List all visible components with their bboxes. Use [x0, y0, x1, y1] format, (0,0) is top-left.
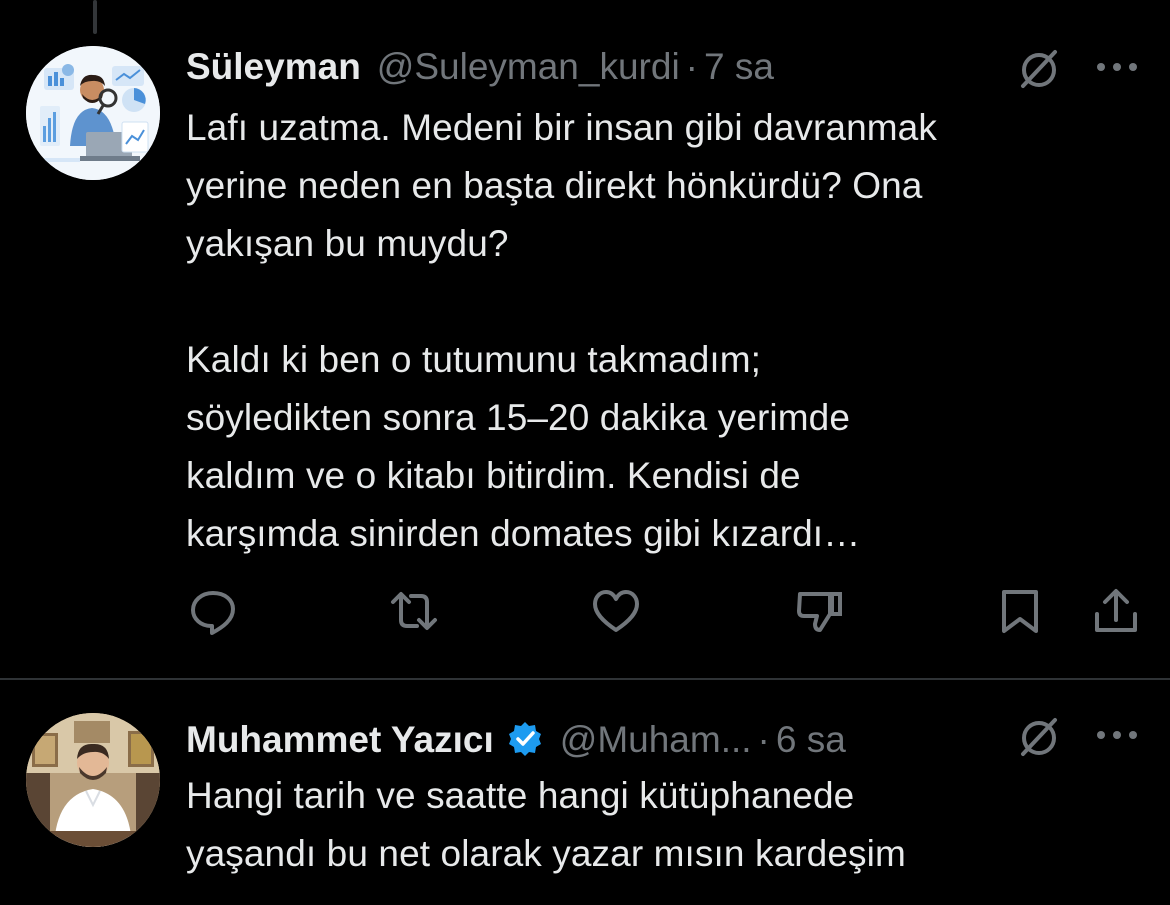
verified-badge-icon[interactable] — [506, 720, 544, 758]
tweet-header: Muhammet Yazıcı @Muham... · 6 sa — [186, 714, 846, 761]
repost-icon[interactable] — [389, 586, 439, 636]
avatar[interactable] — [26, 713, 160, 847]
more-options-icon[interactable] — [1094, 57, 1140, 77]
share-icon[interactable] — [1091, 586, 1141, 636]
dislike-icon[interactable] — [794, 586, 844, 636]
more-options-icon[interactable] — [1094, 725, 1140, 745]
author-name[interactable]: Süleyman — [186, 46, 361, 88]
tweet-text: Hangi tarih ve saatte hangi kütüphanede … — [186, 775, 906, 874]
reply-icon[interactable] — [188, 586, 238, 636]
grok-icon[interactable] — [1014, 44, 1064, 94]
like-icon[interactable] — [591, 586, 641, 636]
author-name[interactable]: Muhammet Yazıcı — [186, 719, 494, 761]
author-handle[interactable]: @Suleyman_kurdi — [377, 46, 680, 88]
timestamp[interactable]: 6 sa — [776, 719, 846, 761]
avatar[interactable] — [26, 46, 160, 180]
grok-icon[interactable] — [1014, 712, 1064, 762]
tweet-text: Lafı uzatma. Medeni bir insan gibi davra… — [186, 107, 937, 554]
separator-dot: · — [685, 46, 698, 87]
bookmark-icon[interactable] — [995, 586, 1045, 636]
author-handle[interactable]: @Muham... — [560, 719, 752, 761]
timestamp[interactable]: 7 sa — [704, 46, 774, 88]
tweet-header: Süleyman @Suleyman_kurdi · 7 sa — [186, 46, 774, 88]
separator-dot: · — [757, 719, 770, 760]
